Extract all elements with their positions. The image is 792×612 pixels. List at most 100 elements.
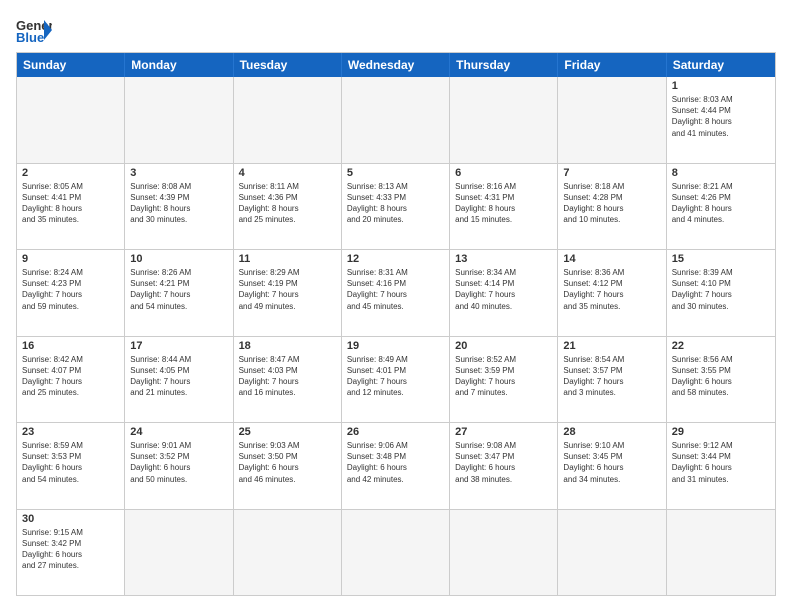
- day-info: Sunrise: 8:59 AM Sunset: 3:53 PM Dayligh…: [22, 440, 119, 485]
- calendar-cell: 15 Sunrise: 8:39 AM Sunset: 4:10 PM Dayli…: [667, 250, 775, 336]
- day-info: Sunrise: 8:44 AM Sunset: 4:05 PM Dayligh…: [130, 354, 227, 399]
- day-info: Sunrise: 8:42 AM Sunset: 4:07 PM Dayligh…: [22, 354, 119, 399]
- calendar-cell: 28 Sunrise: 9:10 AM Sunset: 3:45 PM Dayli…: [558, 423, 666, 509]
- day-info: Sunrise: 8:18 AM Sunset: 4:28 PM Dayligh…: [563, 181, 660, 226]
- day-info: Sunrise: 8:36 AM Sunset: 4:12 PM Dayligh…: [563, 267, 660, 312]
- day-number: 1: [672, 80, 770, 92]
- day-number: 16: [22, 340, 119, 352]
- day-number: 7: [563, 167, 660, 179]
- day-info: Sunrise: 8:11 AM Sunset: 4:36 PM Dayligh…: [239, 181, 336, 226]
- weekday-header-friday: Friday: [558, 53, 666, 77]
- day-number: 6: [455, 167, 552, 179]
- day-number: 20: [455, 340, 552, 352]
- day-info: Sunrise: 8:39 AM Sunset: 4:10 PM Dayligh…: [672, 267, 770, 312]
- calendar-row-2: 9 Sunrise: 8:24 AM Sunset: 4:23 PM Daylig…: [17, 249, 775, 336]
- day-number: 22: [672, 340, 770, 352]
- calendar-cell: 7 Sunrise: 8:18 AM Sunset: 4:28 PM Daylig…: [558, 164, 666, 250]
- calendar-cell: 4 Sunrise: 8:11 AM Sunset: 4:36 PM Daylig…: [234, 164, 342, 250]
- day-number: 14: [563, 253, 660, 265]
- day-info: Sunrise: 8:24 AM Sunset: 4:23 PM Dayligh…: [22, 267, 119, 312]
- calendar-cell: [450, 77, 558, 163]
- day-number: 23: [22, 426, 119, 438]
- day-number: 30: [22, 513, 119, 525]
- weekday-header-sunday: Sunday: [17, 53, 125, 77]
- calendar-cell: 5 Sunrise: 8:13 AM Sunset: 4:33 PM Daylig…: [342, 164, 450, 250]
- day-info: Sunrise: 9:10 AM Sunset: 3:45 PM Dayligh…: [563, 440, 660, 485]
- day-number: 21: [563, 340, 660, 352]
- calendar-row-0: 1 Sunrise: 8:03 AM Sunset: 4:44 PM Daylig…: [17, 77, 775, 163]
- calendar-cell: 13 Sunrise: 8:34 AM Sunset: 4:14 PM Dayli…: [450, 250, 558, 336]
- calendar-cell: 29 Sunrise: 9:12 AM Sunset: 3:44 PM Dayli…: [667, 423, 775, 509]
- day-info: Sunrise: 8:03 AM Sunset: 4:44 PM Dayligh…: [672, 94, 770, 139]
- calendar-cell: [17, 77, 125, 163]
- weekday-header-tuesday: Tuesday: [234, 53, 342, 77]
- day-number: 5: [347, 167, 444, 179]
- calendar-cell: 30Sunrise: 9:15 AM Sunset: 3:42 PM Dayli…: [17, 510, 125, 596]
- calendar-cell: 23 Sunrise: 8:59 AM Sunset: 3:53 PM Dayli…: [17, 423, 125, 509]
- svg-text:Blue: Blue: [16, 30, 44, 44]
- calendar-body: 1 Sunrise: 8:03 AM Sunset: 4:44 PM Daylig…: [17, 77, 775, 595]
- day-info: Sunrise: 8:54 AM Sunset: 3:57 PM Dayligh…: [563, 354, 660, 399]
- day-number: 13: [455, 253, 552, 265]
- day-info: Sunrise: 9:06 AM Sunset: 3:48 PM Dayligh…: [347, 440, 444, 485]
- logo: General Blue: [16, 16, 52, 44]
- day-number: 18: [239, 340, 336, 352]
- day-info: Sunrise: 8:16 AM Sunset: 4:31 PM Dayligh…: [455, 181, 552, 226]
- day-number: 8: [672, 167, 770, 179]
- day-number: 3: [130, 167, 227, 179]
- weekday-header-thursday: Thursday: [450, 53, 558, 77]
- calendar-cell: 25Sunrise: 9:03 AM Sunset: 3:50 PM Dayli…: [234, 423, 342, 509]
- header: General Blue: [16, 16, 776, 44]
- calendar-cell: 24Sunrise: 9:01 AM Sunset: 3:52 PM Dayli…: [125, 423, 233, 509]
- day-number: 10: [130, 253, 227, 265]
- day-info: Sunrise: 8:05 AM Sunset: 4:41 PM Dayligh…: [22, 181, 119, 226]
- calendar-cell: 1 Sunrise: 8:03 AM Sunset: 4:44 PM Daylig…: [667, 77, 775, 163]
- day-number: 24: [130, 426, 227, 438]
- day-number: 12: [347, 253, 444, 265]
- calendar: SundayMondayTuesdayWednesdayThursdayFrid…: [16, 52, 776, 596]
- day-info: Sunrise: 8:47 AM Sunset: 4:03 PM Dayligh…: [239, 354, 336, 399]
- day-info: Sunrise: 8:31 AM Sunset: 4:16 PM Dayligh…: [347, 267, 444, 312]
- day-number: 27: [455, 426, 552, 438]
- calendar-cell: 12 Sunrise: 8:31 AM Sunset: 4:16 PM Dayli…: [342, 250, 450, 336]
- weekday-header-monday: Monday: [125, 53, 233, 77]
- day-info: Sunrise: 8:49 AM Sunset: 4:01 PM Dayligh…: [347, 354, 444, 399]
- calendar-cell: [450, 510, 558, 596]
- day-info: Sunrise: 8:13 AM Sunset: 4:33 PM Dayligh…: [347, 181, 444, 226]
- day-number: 4: [239, 167, 336, 179]
- day-number: 11: [239, 253, 336, 265]
- calendar-cell: 20 Sunrise: 8:52 AM Sunset: 3:59 PM Dayli…: [450, 337, 558, 423]
- day-number: 15: [672, 253, 770, 265]
- calendar-cell: 3Sunrise: 8:08 AM Sunset: 4:39 PM Daylig…: [125, 164, 233, 250]
- calendar-cell: [558, 510, 666, 596]
- day-info: Sunrise: 9:12 AM Sunset: 3:44 PM Dayligh…: [672, 440, 770, 485]
- day-info: Sunrise: 8:26 AM Sunset: 4:21 PM Dayligh…: [130, 267, 227, 312]
- calendar-cell: 8 Sunrise: 8:21 AM Sunset: 4:26 PM Daylig…: [667, 164, 775, 250]
- weekday-header-wednesday: Wednesday: [342, 53, 450, 77]
- calendar-cell: [234, 510, 342, 596]
- day-number: 19: [347, 340, 444, 352]
- day-info: Sunrise: 8:21 AM Sunset: 4:26 PM Dayligh…: [672, 181, 770, 226]
- calendar-cell: 11 Sunrise: 8:29 AM Sunset: 4:19 PM Dayli…: [234, 250, 342, 336]
- calendar-cell: 27 Sunrise: 9:08 AM Sunset: 3:47 PM Dayli…: [450, 423, 558, 509]
- day-info: Sunrise: 8:52 AM Sunset: 3:59 PM Dayligh…: [455, 354, 552, 399]
- calendar-cell: 19 Sunrise: 8:49 AM Sunset: 4:01 PM Dayli…: [342, 337, 450, 423]
- day-info: Sunrise: 9:08 AM Sunset: 3:47 PM Dayligh…: [455, 440, 552, 485]
- day-number: 9: [22, 253, 119, 265]
- calendar-cell: 9 Sunrise: 8:24 AM Sunset: 4:23 PM Daylig…: [17, 250, 125, 336]
- page: General Blue SundayMondayTuesdayWednesda…: [0, 0, 792, 612]
- calendar-cell: [342, 77, 450, 163]
- calendar-cell: 2Sunrise: 8:05 AM Sunset: 4:41 PM Daylig…: [17, 164, 125, 250]
- day-number: 28: [563, 426, 660, 438]
- calendar-row-5: 30Sunrise: 9:15 AM Sunset: 3:42 PM Dayli…: [17, 509, 775, 596]
- calendar-cell: 6 Sunrise: 8:16 AM Sunset: 4:31 PM Daylig…: [450, 164, 558, 250]
- calendar-cell: 21 Sunrise: 8:54 AM Sunset: 3:57 PM Dayli…: [558, 337, 666, 423]
- calendar-cell: [125, 77, 233, 163]
- calendar-header: SundayMondayTuesdayWednesdayThursdayFrid…: [17, 53, 775, 77]
- day-info: Sunrise: 8:56 AM Sunset: 3:55 PM Dayligh…: [672, 354, 770, 399]
- day-info: Sunrise: 8:29 AM Sunset: 4:19 PM Dayligh…: [239, 267, 336, 312]
- calendar-cell: 16 Sunrise: 8:42 AM Sunset: 4:07 PM Dayli…: [17, 337, 125, 423]
- day-number: 29: [672, 426, 770, 438]
- day-info: Sunrise: 8:34 AM Sunset: 4:14 PM Dayligh…: [455, 267, 552, 312]
- day-number: 26: [347, 426, 444, 438]
